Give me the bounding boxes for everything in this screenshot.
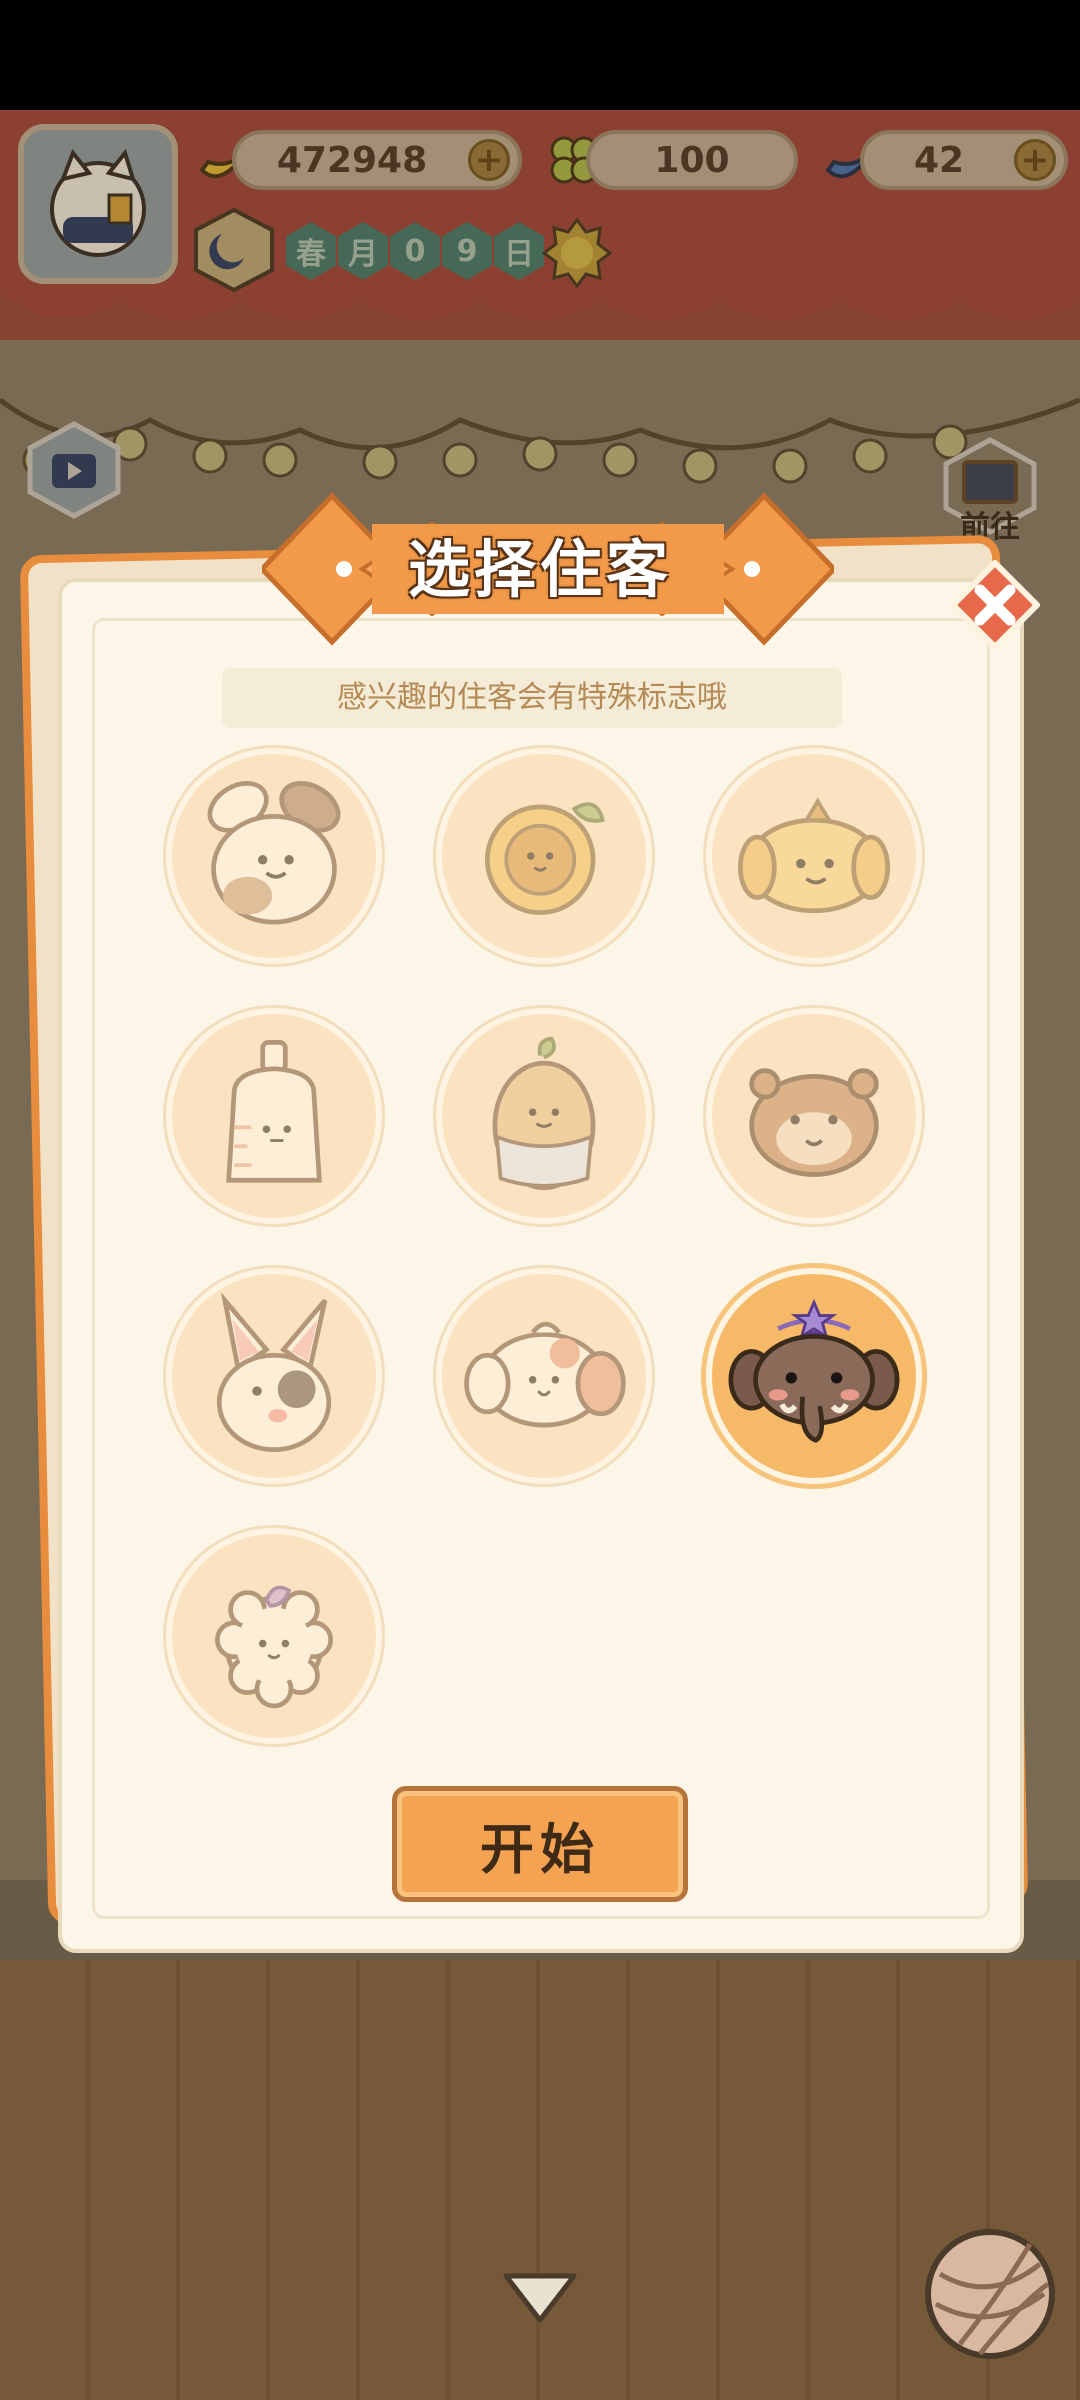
dialog-hint: 感兴趣的住客会有特殊标志哦 (222, 668, 842, 728)
guest-fluffy-sheep[interactable] (166, 1528, 382, 1744)
brown-elephant-icon (728, 1298, 900, 1443)
yarn-ball-icon[interactable] (920, 2224, 1060, 2364)
status-bar (0, 0, 1080, 110)
eyepatch-bunny-icon (216, 1292, 332, 1453)
close-button[interactable] (950, 560, 1040, 650)
dialog-title: 选择住客 (407, 533, 672, 606)
guest-spotted-elephant[interactable] (436, 1268, 652, 1484)
collapse-arrow-icon[interactable] (500, 2268, 580, 2328)
spotted-elephant-icon (464, 1321, 626, 1428)
guest-potato-sprout[interactable] (436, 1008, 652, 1224)
guest-spotted-bunny[interactable] (166, 748, 382, 964)
guest-milk-bottle[interactable] (166, 1008, 382, 1224)
sheep-icon (214, 1585, 334, 1709)
start-button-label: 开始 (480, 1817, 600, 1881)
puppy-icon (737, 797, 891, 914)
bunny-icon (207, 781, 341, 925)
milk-bottle-icon (226, 1039, 322, 1183)
start-button[interactable]: 开始 (392, 1786, 688, 1902)
guest-sunflower[interactable] (436, 748, 652, 964)
guest-eyepatch-bunny[interactable] (166, 1268, 382, 1484)
guest-yellow-puppy[interactable] (706, 748, 922, 964)
hamster-icon (749, 1068, 879, 1177)
potato-icon (492, 1036, 596, 1191)
guest-hamster[interactable] (706, 1008, 922, 1224)
guest-brown-elephant[interactable] (706, 1268, 922, 1484)
sunflower-icon (484, 802, 605, 916)
